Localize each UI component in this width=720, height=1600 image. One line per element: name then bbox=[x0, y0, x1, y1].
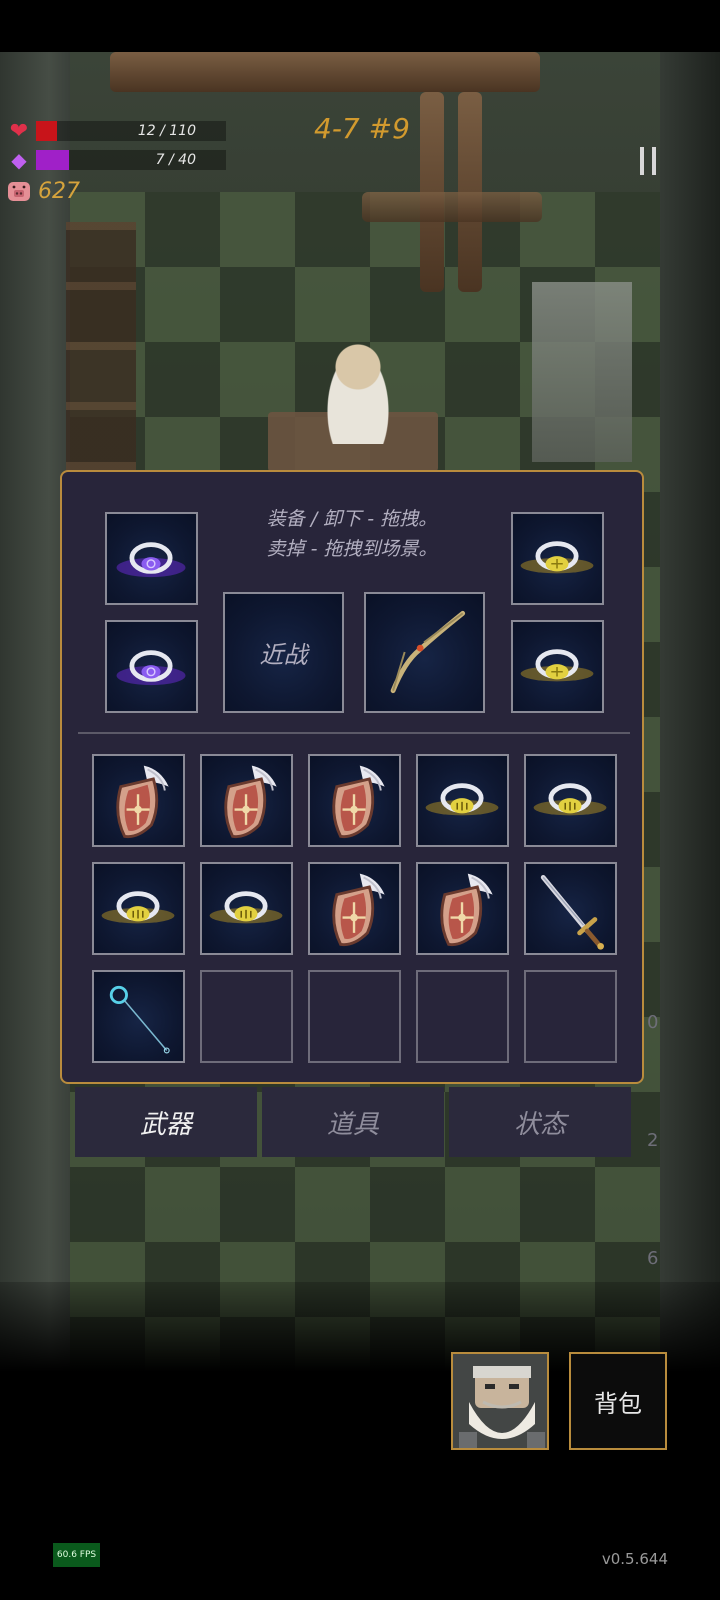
inventory-panel: 装备 / 卸下 - 拖拽。 卖掉 - 拖拽到场景。 近战 bbox=[60, 470, 644, 1084]
instructions-line-1: 装备 / 卸下 - 拖拽。 bbox=[266, 508, 438, 530]
inventory-slot-13[interactable] bbox=[308, 970, 401, 1063]
pipe-bend bbox=[362, 192, 542, 222]
gold-row: 627 bbox=[6, 178, 80, 204]
gold-ring-icon bbox=[520, 649, 594, 682]
sword-icon bbox=[526, 864, 615, 953]
version-label: v0.5.644 bbox=[601, 1550, 668, 1568]
winged-shield-icon bbox=[418, 864, 507, 953]
inventory-slot-6[interactable] bbox=[92, 862, 185, 955]
winged-shield-icon bbox=[94, 756, 183, 845]
equip-slot-ring-left-top[interactable] bbox=[105, 512, 198, 605]
mana-text: 7 / 40 bbox=[155, 152, 196, 168]
character-portrait-button[interactable] bbox=[451, 1352, 549, 1450]
gold-ring-icon bbox=[418, 756, 507, 845]
health-bar: 12 / 110 bbox=[36, 121, 226, 141]
side-number-1: 0 bbox=[647, 1012, 659, 1033]
melee-label: 近战 bbox=[259, 641, 308, 669]
pause-button[interactable] bbox=[624, 136, 672, 186]
mana-bar: 7 / 40 bbox=[36, 150, 226, 170]
tab-weapons[interactable]: 武器 bbox=[75, 1087, 257, 1157]
health-row: ❤ 12 / 110 bbox=[6, 118, 226, 144]
winged-shield-icon bbox=[202, 756, 291, 845]
gold-ring-icon bbox=[520, 541, 594, 574]
inventory-slot-10[interactable] bbox=[524, 862, 617, 955]
inventory-slot-14[interactable] bbox=[416, 970, 509, 1063]
pig-icon bbox=[6, 178, 32, 204]
level-indicator: 4-7 #9 bbox=[314, 112, 410, 145]
mana-row: ◆ 7 / 40 bbox=[6, 147, 226, 173]
gold-ring-icon bbox=[94, 864, 183, 953]
inventory-slot-5[interactable] bbox=[524, 754, 617, 847]
inventory-slot-3[interactable] bbox=[308, 754, 401, 847]
equip-slot-ring-right-top[interactable] bbox=[511, 512, 604, 605]
mana-crystal-icon: ◆ bbox=[11, 148, 27, 172]
equip-slot-weapon[interactable] bbox=[364, 592, 485, 713]
inventory-slot-4[interactable] bbox=[416, 754, 509, 847]
winged-shield-icon bbox=[310, 756, 399, 845]
inventory-slot-15[interactable] bbox=[524, 970, 617, 1063]
tab-items[interactable]: 道具 bbox=[262, 1087, 444, 1157]
inventory-slot-7[interactable] bbox=[200, 862, 293, 955]
inventory-divider bbox=[78, 732, 630, 734]
fps-counter: 60.6 FPS bbox=[53, 1543, 100, 1567]
gold-count: 627 bbox=[38, 178, 80, 204]
pause-icon-bar-right bbox=[652, 147, 656, 175]
heart-icon: ❤ bbox=[9, 118, 29, 144]
inventory-slot-1[interactable] bbox=[92, 754, 185, 847]
purple-ring-icon bbox=[116, 542, 186, 578]
inventory-slot-12[interactable] bbox=[200, 970, 293, 1063]
tab-status[interactable]: 状态 bbox=[449, 1087, 631, 1157]
side-number-2: 2 bbox=[647, 1130, 659, 1151]
pipe-horizontal bbox=[110, 52, 540, 92]
inventory-slot-8[interactable] bbox=[308, 862, 401, 955]
right-wall bbox=[660, 52, 720, 1372]
alchemy-machine bbox=[532, 282, 632, 462]
pause-icon-bar-left bbox=[640, 147, 644, 175]
winged-shield-icon bbox=[310, 864, 399, 953]
health-text: 12 / 110 bbox=[137, 123, 196, 139]
staff-icon bbox=[94, 972, 183, 1061]
inventory-instructions: 装备 / 卸下 - 拖拽。 卖掉 - 拖拽到场景。 bbox=[212, 504, 492, 564]
purple-ring-icon bbox=[116, 650, 186, 686]
equip-slot-ring-left-bottom[interactable] bbox=[105, 620, 198, 713]
instructions-line-2: 卖掉 - 拖拽到场景。 bbox=[266, 538, 438, 560]
bow-icon bbox=[390, 610, 466, 694]
gold-ring-icon bbox=[526, 756, 615, 845]
equip-slot-ring-right-bottom[interactable] bbox=[511, 620, 604, 713]
dwarf-portrait-icon bbox=[453, 1354, 547, 1448]
inventory-slot-9[interactable] bbox=[416, 862, 509, 955]
dwarf-character bbox=[318, 334, 398, 444]
side-number-3: 6 bbox=[647, 1248, 659, 1269]
melee-slot[interactable]: 近战 bbox=[223, 592, 344, 713]
inventory-slot-2[interactable] bbox=[200, 754, 293, 847]
backpack-button[interactable]: 背包 bbox=[569, 1352, 667, 1450]
gold-ring-icon bbox=[202, 864, 291, 953]
inventory-slot-11[interactable] bbox=[92, 970, 185, 1063]
